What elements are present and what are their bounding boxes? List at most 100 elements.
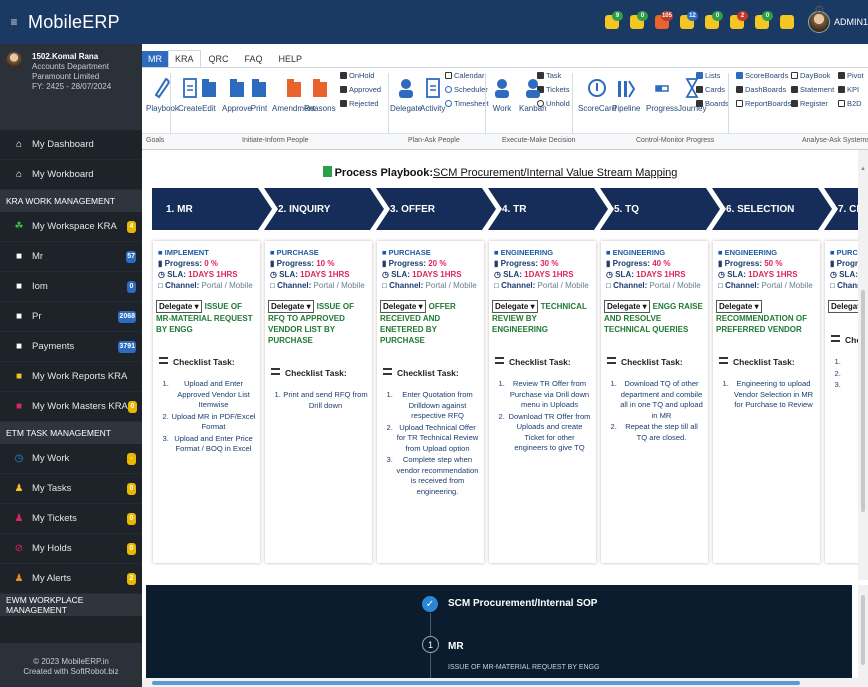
onhold-label: OnHold [349,71,375,80]
department-text: PURC [836,248,858,257]
progress-button[interactable]: Progress [646,71,678,113]
stage-card: ■ IMPLEMENT ▮ Progress: 0 % ◷ SLA: 1DAYS 1… [153,241,260,563]
pipeline-button[interactable]: Pipeline [612,71,640,113]
reasons-button[interactable]: Reasons [304,71,336,113]
delegate-dropdown[interactable]: Delegate ▾ [828,300,858,313]
stage-step-4[interactable]: 4. TR [488,188,608,230]
channel-value: Portal / Mobile [201,281,253,290]
ewm-section-header: EWM WORKPLACE MANAGEMENT [0,594,142,616]
kanban-button[interactable]: Kanban [519,71,547,113]
card-header: ■ PURC▮ Progress: ◷ SLA: □ Channel: [825,241,858,291]
delegate-dropdown[interactable]: Delegate ▾ [716,300,762,313]
activity-button[interactable]: Activity [420,71,445,113]
stage-step-1[interactable]: 1. MR [152,188,272,230]
progress-row: ▮ Progress: 20 % [382,258,482,269]
hscroll-thumb[interactable] [152,681,800,685]
task-description: Delegate ▾ OFFER RECEIVED AND ENETERED BY… [380,300,481,346]
folder-icon: ■ [15,341,23,352]
sidebar-item-my-work-masters-kra[interactable]: ■ My Work Masters KRA 0 [0,392,142,422]
tab-qrc[interactable]: QRC [201,54,237,67]
sidebar-item-my-workboard[interactable]: ⌂ My Workboard [0,160,142,190]
tab-faq[interactable]: FAQ [237,54,271,67]
content-vertical-scrollbar[interactable]: ▲ [858,150,868,580]
tickets-icon[interactable]: 105 [650,10,674,34]
tab-mr[interactable]: MR [142,51,168,67]
notifications-icon[interactable]: 0 [750,10,774,34]
daybook-label: DayBook [800,71,831,80]
app-brand-name[interactable]: MobileERP [28,12,120,33]
sidebar-item-pr[interactable]: ■ Pr 2068 [0,302,142,332]
delegate-dropdown[interactable]: Delegate ▾ [492,300,538,313]
channel-row: □ Channel: Portal / Mobile [494,280,594,291]
approve-button[interactable]: Approve [222,71,252,113]
approved-button[interactable]: Approved [340,85,381,94]
icon-badge: 2 [736,11,748,21]
sidebar-item-my-tasks[interactable]: ♟ My Tasks 0 [0,474,142,504]
etm-section-header: ETM TASK MANAGEMENT [0,422,142,444]
delegate-dropdown[interactable]: Delegate ▾ [156,300,202,313]
boards-label: Boards [705,99,729,108]
sidebar-item-my-work-reports-kra[interactable]: ■ My Work Reports KRA [0,362,142,392]
sidebar-item-my-dashboard[interactable]: ⌂ My Dashboard [0,130,142,160]
stage-step-2[interactable]: 2. INQUIRY [264,188,384,230]
checklist-item: Upload MR in PDF/Excel Format [171,412,256,433]
horizontal-scrollbar[interactable] [142,678,868,687]
scroll-thumb[interactable] [861,290,865,512]
delegate-dropdown[interactable]: Delegate ▾ [604,300,650,313]
work-icon[interactable]: 0 [700,10,724,34]
dashboards-button[interactable]: DashBoards [736,85,786,94]
stage-step-3[interactable]: 3. OFFER [376,188,496,230]
delegate-button[interactable]: Delegate [390,71,422,113]
sidebar-item-my-tickets[interactable]: ♟ My Tickets 0 [0,504,142,534]
journey-button[interactable]: Journey [678,71,706,113]
sidebar-item-mr[interactable]: ■ Mr 57 [0,242,142,272]
b2d-button[interactable]: B2D [838,99,862,108]
edit-button[interactable]: Edit [200,71,218,113]
work-button[interactable]: Work [492,71,512,113]
reportboards-button[interactable]: ReportBoards [736,99,791,108]
alerts-icon[interactable]: 9 [600,10,624,34]
scorecard-button[interactable]: ScoreCard [578,71,616,113]
admin-label[interactable]: ADMIN1 [834,17,868,27]
holds-icon[interactable]: 2 [725,10,749,34]
user-menu[interactable]: ADMIN1 ⚙ [807,3,868,33]
onhold-button[interactable]: OnHold [340,71,374,80]
checklist: Enter Quotation from Drilldown against r… [383,390,480,497]
pivot-button[interactable]: Pivot [838,71,864,80]
statement-button[interactable]: Statement [791,85,834,94]
sidebar-item-my-work[interactable]: ◷ My Work - [0,444,142,474]
calendar-icon[interactable] [775,10,799,34]
ban-icon: ⊘ [14,543,24,554]
create-button[interactable]: Create [178,71,202,113]
scheduler-button[interactable]: Scheduler [445,85,488,94]
playbook-button[interactable]: Playbook [146,71,179,113]
sidebar-item-my-workspace-kra[interactable]: ☘ My Workspace KRA 4 [0,212,142,242]
tasks-icon[interactable]: 12 [675,10,699,34]
sidebar-item-iom[interactable]: ■ Iom 0 [0,272,142,302]
timesheet-button[interactable]: Timesheet [445,99,489,108]
scoreboards-button[interactable]: ScoreBoards [736,71,788,80]
delegate-dropdown[interactable]: Delegate ▾ [380,300,426,313]
sop-vertical-scrollbar[interactable] [858,585,868,678]
hamburger-menu-icon[interactable]: ≡ [0,15,28,29]
sidebar-item-my-alerts[interactable]: ♟ My Alerts 2 [0,564,142,594]
messages-icon[interactable]: 0 [625,10,649,34]
tab-help[interactable]: HELP [271,54,311,67]
kpi-button[interactable]: KPI [838,85,859,94]
delegate-dropdown[interactable]: Delegate ▾ [268,300,314,313]
settings-icon[interactable]: ⚙ [814,3,825,17]
sop-scroll-thumb[interactable] [861,595,865,665]
sidebar-item-payments[interactable]: ■ Payments 3791 [0,332,142,362]
sidebar-item-my-holds[interactable]: ⊘ My Holds 0 [0,534,142,564]
scroll-up-icon[interactable]: ▲ [860,166,866,172]
stage-step-5[interactable]: 5. TQ [600,188,720,230]
daybook-button[interactable]: DayBook [791,71,830,80]
avatar[interactable] [6,52,22,68]
tab-kra[interactable]: KRA [168,50,201,67]
stage-step-6[interactable]: 6. SELECTION [712,188,832,230]
print-button[interactable]: Print [250,71,268,113]
rejected-button[interactable]: Rejected [340,99,379,108]
register-button[interactable]: Register [791,99,828,108]
calendar-button[interactable]: Calendar [445,71,484,80]
playbook-title-link[interactable]: SCM Procurement/Internal Value Stream Ma… [433,167,677,179]
